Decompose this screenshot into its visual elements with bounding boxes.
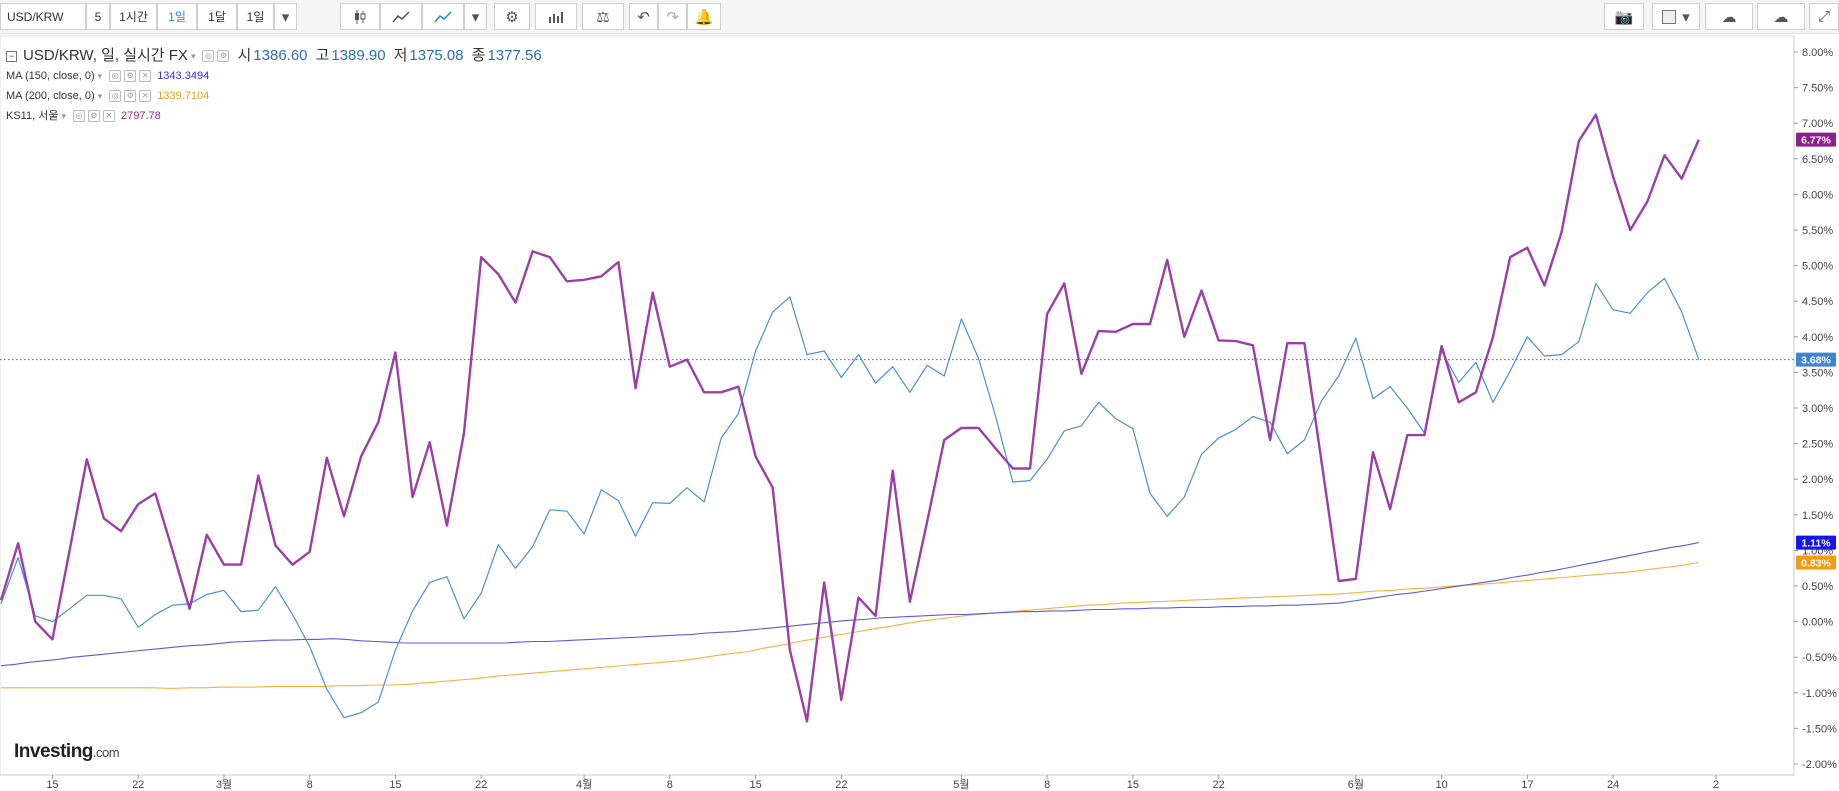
y-tick-label: 7.00%	[1802, 118, 1833, 130]
y-tick-label: 2.50%	[1802, 439, 1833, 451]
ma150-value: 1343.3494	[157, 70, 210, 82]
x-tick-label: 15	[389, 779, 401, 791]
eye-icon[interactable]: ◎	[202, 50, 215, 62]
legend-main-series: − USD/KRW, 일, 실시간 FX ▾ ◎ ⚙ 시 1386.60 고 1389…	[6, 46, 542, 66]
main-series-title: USD/KRW, 일, 실시간 FX	[23, 47, 188, 64]
y-tick-label: 2.00%	[1802, 474, 1833, 486]
x-tick-label: 22	[475, 779, 487, 791]
y-tick-label: 3.00%	[1802, 403, 1833, 415]
settings-icon[interactable]: ⚙	[217, 50, 230, 62]
value-badge-label: 3.68%	[1801, 355, 1831, 367]
ma200-label: MA (200, close, 0)	[6, 90, 95, 102]
settings-icon[interactable]: ⚙	[87, 110, 100, 122]
y-tick-label: 0.00%	[1802, 617, 1833, 629]
x-tick-label: 6월	[1348, 778, 1364, 791]
ks11-label: KS11, 서울	[6, 110, 59, 122]
y-tick-label: 8.00%	[1802, 47, 1833, 59]
x-tick-label: 15	[749, 779, 761, 791]
y-tick-label: -2.00%	[1802, 759, 1837, 771]
y-tick-label: -0.50%	[1802, 652, 1837, 664]
high-label: 고	[315, 47, 330, 64]
y-tick-label: 5.50%	[1802, 225, 1833, 237]
y-tick-label: 5.00%	[1802, 261, 1833, 273]
chevron-down-icon[interactable]: ▾	[98, 86, 103, 106]
ma150-label: MA (150, close, 0)	[6, 70, 95, 82]
x-tick-label: 22	[132, 779, 144, 791]
eye-icon[interactable]: ◎	[72, 110, 85, 122]
value-badge-label: 0.83%	[1801, 558, 1831, 570]
settings-icon[interactable]: ⚙	[124, 90, 137, 102]
close-label: 종	[471, 47, 486, 64]
close-value: 1377.56	[487, 47, 542, 64]
low-value: 1375.08	[409, 47, 464, 64]
y-tick-label: 0.50%	[1802, 581, 1833, 593]
y-tick-label: 4.00%	[1802, 332, 1833, 344]
settings-icon[interactable]: ⚙	[124, 70, 137, 82]
close-icon[interactable]: ✕	[139, 70, 152, 82]
y-tick-label: 1.50%	[1802, 510, 1833, 522]
x-tick-label: 2	[1713, 779, 1719, 791]
high-value: 1389.90	[331, 47, 386, 64]
y-tick-label: 7.50%	[1802, 83, 1833, 95]
y-tick-label: 6.50%	[1802, 154, 1833, 166]
y-tick-label: 3.50%	[1802, 367, 1833, 379]
plot-area	[0, 35, 1795, 776]
x-tick-label: 8	[667, 779, 673, 791]
investing-logo: Investing.com	[14, 741, 120, 762]
collapse-legend-icon[interactable]: −	[6, 50, 17, 62]
value-badge-label: 1.11%	[1801, 538, 1831, 550]
x-tick-label: 4월	[576, 778, 592, 791]
x-tick-label: 5월	[953, 778, 969, 791]
x-tick-label: 8	[307, 779, 313, 791]
chevron-down-icon[interactable]: ▾	[98, 66, 103, 86]
x-tick-label: 17	[1521, 779, 1533, 791]
x-tick-label: 10	[1435, 779, 1447, 791]
x-tick-label: 22	[1213, 779, 1225, 791]
y-tick-label: -1.00%	[1802, 688, 1837, 700]
y-tick-label: -1.50%	[1802, 723, 1837, 735]
y-tick-label: 6.00%	[1802, 189, 1833, 201]
legend-ks11: KS11, 서울 ▾ ◎ ⚙ ✕ 2797.78	[6, 106, 542, 126]
legend-ma150: MA (150, close, 0) ▾ ◎ ⚙ ✕ 1343.3494	[6, 66, 542, 86]
x-tick-label: 15	[46, 779, 58, 791]
legend-ma200: MA (200, close, 0) ▾ ◎ ⚙ ✕ 1339.7104	[6, 86, 542, 106]
chevron-down-icon[interactable]: ▾	[61, 106, 66, 126]
close-icon[interactable]: ✕	[102, 110, 115, 122]
open-value: 1386.60	[253, 47, 308, 64]
chevron-down-icon[interactable]: ▾	[191, 46, 196, 66]
open-label: 시	[237, 47, 252, 64]
close-icon[interactable]: ✕	[139, 90, 152, 102]
x-tick-label: 22	[835, 779, 847, 791]
eye-icon[interactable]: ◎	[109, 70, 122, 82]
x-tick-label: 24	[1607, 779, 1619, 791]
x-tick-label: 15	[1127, 779, 1139, 791]
x-tick-label: 3월	[216, 778, 232, 791]
ma200-value: 1339.7104	[157, 90, 210, 102]
value-badge-label: 6.77%	[1801, 135, 1831, 147]
chart-legend: − USD/KRW, 일, 실시간 FX ▾ ◎ ⚙ 시 1386.60 고 1389…	[6, 46, 542, 126]
y-tick-label: 4.50%	[1802, 296, 1833, 308]
eye-icon[interactable]: ◎	[109, 90, 122, 102]
low-label: 저	[393, 47, 408, 64]
x-tick-label: 8	[1044, 779, 1050, 791]
ks11-value: 2797.78	[120, 110, 161, 122]
